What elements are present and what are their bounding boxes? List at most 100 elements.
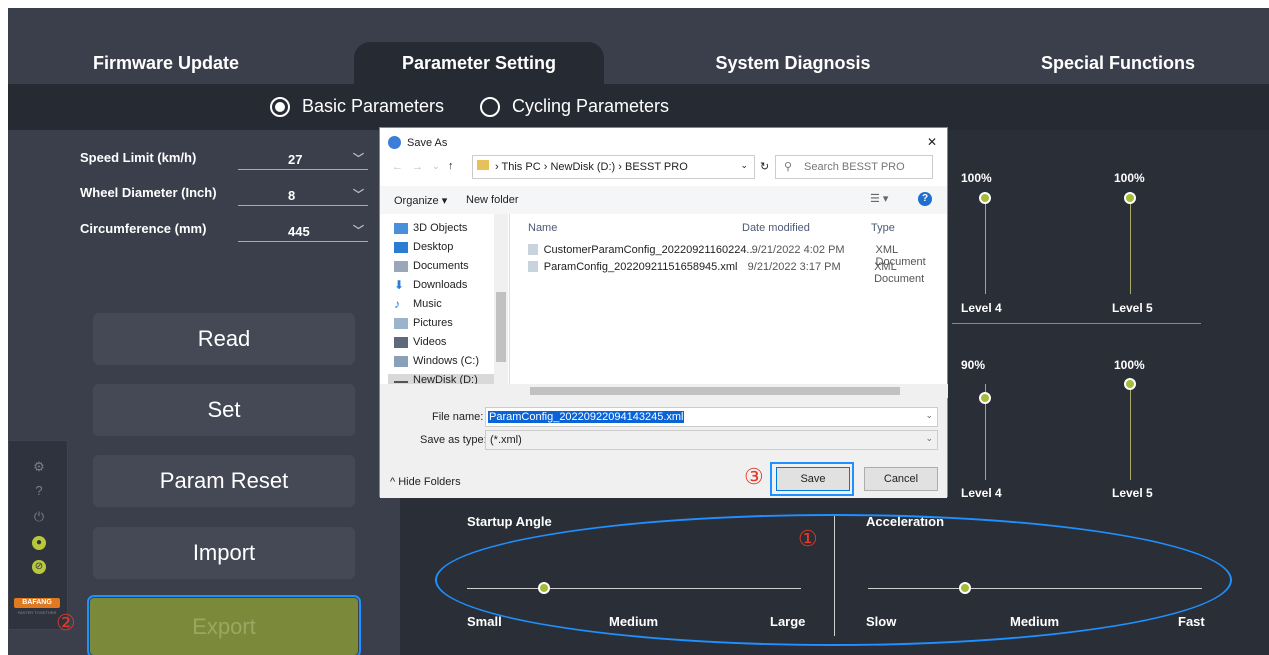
- settings-icon[interactable]: ⚙: [32, 460, 46, 474]
- user-icon[interactable]: ●: [32, 536, 46, 550]
- level5-top-track: [1130, 198, 1131, 294]
- speed-limit-select[interactable]: 27 ﹀: [238, 148, 368, 170]
- level-divider: [952, 323, 1201, 324]
- bafang-logo: BAFANG: [14, 598, 60, 608]
- save-type-value: (*.xml): [490, 434, 522, 446]
- cube-icon: [394, 222, 408, 234]
- horizontal-scrollbar[interactable]: [380, 384, 948, 398]
- circumference-select[interactable]: 445 ﹀: [238, 220, 368, 242]
- help-icon[interactable]: ?: [32, 484, 46, 498]
- link-icon[interactable]: ⊘: [32, 560, 46, 574]
- breadcrumb-newdisk[interactable]: NewDisk (D:): [550, 161, 615, 173]
- tab-special-functions[interactable]: Special Functions: [1018, 42, 1218, 84]
- nav-scrollbar-thumb[interactable]: [496, 292, 506, 362]
- save-type-select[interactable]: (*.xml) ⌄: [485, 430, 938, 450]
- nav-documents[interactable]: Documents: [394, 260, 469, 272]
- annotation-three: ③: [744, 464, 764, 489]
- dialog-bottom-panel: File name: ParamConfig_20220922094143245…: [380, 398, 947, 498]
- export-button[interactable]: Export: [87, 595, 361, 655]
- top-nav-bar: Firmware Update Parameter Setting System…: [8, 8, 1269, 84]
- level4-top-track: [985, 198, 986, 294]
- save-button[interactable]: Save: [776, 467, 850, 491]
- level4-top-label: Level 4: [961, 301, 1002, 315]
- wheel-diameter-select[interactable]: 8 ﹀: [238, 184, 368, 206]
- document-icon: [394, 260, 408, 272]
- level4-top-slider-knob[interactable]: [979, 192, 991, 204]
- search-box[interactable]: ⚲ Search BESST PRO: [775, 155, 933, 179]
- nav-downloads[interactable]: ⬇ Downloads: [394, 277, 468, 292]
- nav-music[interactable]: ♪ Music: [394, 298, 442, 311]
- read-button[interactable]: Read: [93, 313, 355, 365]
- breadcrumb-besst-pro[interactable]: BESST PRO: [625, 161, 688, 173]
- radio-cycling-parameters[interactable]: Cycling Parameters: [480, 96, 669, 117]
- bafang-tagline: FASTER TOGETHER: [17, 610, 57, 615]
- nav-scrollbar[interactable]: [494, 214, 508, 398]
- dialog-title-bar: Save As ✕: [380, 128, 947, 158]
- col-date[interactable]: Date modified: [742, 222, 810, 234]
- annotation-two: ②: [56, 610, 76, 635]
- tab-firmware-update[interactable]: Firmware Update: [66, 42, 266, 84]
- cancel-button[interactable]: Cancel: [864, 467, 938, 491]
- help-icon[interactable]: ?: [918, 192, 932, 206]
- accel-fast-label: Fast: [1178, 614, 1205, 629]
- level5-top-label: Level 5: [1112, 301, 1153, 315]
- radio-basic-label: Basic Parameters: [302, 96, 445, 116]
- nav-videos[interactable]: Videos: [394, 336, 446, 348]
- forward-arrow-icon[interactable]: →: [412, 161, 423, 173]
- level5-bottom-track: [1130, 384, 1131, 480]
- chevron-down-icon[interactable]: ⌄: [432, 161, 440, 172]
- new-folder-button[interactable]: New folder: [466, 194, 519, 206]
- nav-label: Documents: [413, 260, 469, 272]
- desktop-icon: [394, 241, 408, 253]
- download-icon: ⬇: [394, 277, 405, 292]
- refresh-icon[interactable]: ↻: [760, 160, 769, 173]
- chevron-down-icon[interactable]: ⌄: [925, 410, 933, 421]
- level5-top-percent: 100%: [1114, 171, 1145, 185]
- set-button[interactable]: Set: [93, 384, 355, 436]
- level5-top-slider-knob[interactable]: [1124, 192, 1136, 204]
- speed-limit-value: 27: [288, 152, 303, 167]
- file-row[interactable]: ParamConfig_20220921151658945.xml 9/21/2…: [528, 261, 948, 285]
- col-name[interactable]: Name: [528, 222, 557, 234]
- chevron-down-icon: ﹀: [353, 153, 364, 165]
- breadcrumb-this-pc[interactable]: This PC: [502, 161, 541, 173]
- search-placeholder: Search BESST PRO: [804, 161, 905, 173]
- col-type[interactable]: Type: [871, 222, 895, 234]
- file-name-input[interactable]: ParamConfig_20220922094143245.xml ⌄: [485, 407, 938, 427]
- annotation-one: ①: [798, 526, 818, 551]
- file-type: XML Document: [874, 261, 925, 285]
- search-icon: ⚲: [784, 161, 793, 173]
- tab-parameter-setting[interactable]: Parameter Setting: [354, 42, 604, 84]
- address-bar[interactable]: › This PC › NewDisk (D:) › BESST PRO ⌄: [472, 155, 755, 179]
- nav-pictures[interactable]: Pictures: [394, 317, 453, 329]
- video-icon: [394, 336, 408, 348]
- nav-3d-objects[interactable]: 3D Objects: [394, 222, 467, 234]
- nav-label: Pictures: [413, 317, 453, 329]
- nav-desktop[interactable]: Desktop: [394, 241, 453, 253]
- organize-button[interactable]: Organize ▾: [394, 194, 447, 207]
- power-icon[interactable]: ⏻: [32, 510, 46, 524]
- up-arrow-icon[interactable]: ↑: [448, 160, 454, 172]
- view-icon[interactable]: ☰ ▾: [870, 192, 888, 205]
- save-type-label: Save as type:: [420, 434, 487, 446]
- level5-bottom-slider-knob[interactable]: [1124, 378, 1136, 390]
- param-reset-button[interactable]: Param Reset: [93, 455, 355, 507]
- level4-bottom-slider-knob[interactable]: [979, 391, 991, 404]
- nav-label: Windows (C:): [413, 355, 480, 367]
- nav-label: Music: [413, 298, 442, 310]
- back-arrow-icon[interactable]: ←: [392, 161, 403, 173]
- nav-windows-c[interactable]: Windows (C:): [394, 355, 479, 367]
- import-button[interactable]: Import: [93, 527, 355, 579]
- nav-label: 3D Objects: [413, 222, 468, 234]
- tab-system-diagnosis[interactable]: System Diagnosis: [688, 42, 898, 84]
- hide-folders-button[interactable]: ^ Hide Folders: [390, 476, 461, 488]
- horizontal-scrollbar-thumb[interactable]: [530, 387, 900, 395]
- xml-file-icon: [528, 244, 538, 255]
- speed-limit-label: Speed Limit (km/h): [80, 150, 197, 165]
- chevron-down-icon[interactable]: ⌄: [740, 160, 748, 171]
- close-icon[interactable]: ✕: [927, 135, 937, 149]
- nav-label: Downloads: [413, 279, 468, 291]
- circumference-value: 445: [288, 224, 310, 239]
- radio-basic-parameters[interactable]: Basic Parameters: [270, 96, 444, 117]
- level5-bottom-label: Level 5: [1112, 486, 1153, 500]
